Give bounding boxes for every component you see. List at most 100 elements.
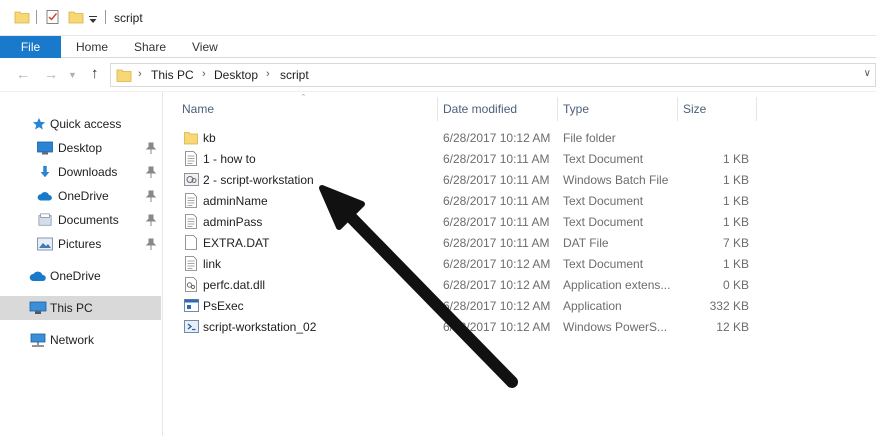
tab-view[interactable]: View bbox=[192, 36, 218, 58]
text-file-icon bbox=[185, 151, 197, 166]
file-type: Text Document bbox=[563, 152, 644, 166]
powershell-file-icon bbox=[184, 320, 199, 333]
exe-file-icon bbox=[184, 299, 199, 312]
nav-item-documents[interactable]: Documents bbox=[0, 208, 161, 232]
nav-onedrive[interactable]: OneDrive bbox=[0, 264, 161, 288]
back-arrow-icon[interactable]: ← bbox=[16, 66, 30, 82]
breadcrumb-this-pc[interactable]: This PC bbox=[151, 68, 194, 82]
file-name: perfc.dat.dll bbox=[203, 278, 266, 292]
file-type: Text Document bbox=[563, 257, 644, 271]
nav-this-pc[interactable]: This PC bbox=[0, 296, 161, 320]
breadcrumb-desktop[interactable]: Desktop bbox=[214, 68, 258, 82]
nav-label: Pictures bbox=[58, 237, 102, 251]
nav-label: Network bbox=[50, 333, 95, 347]
file-row[interactable]: adminPass 6/28/2017 10:11 AM Text Docume… bbox=[164, 211, 876, 232]
toolbar-separator bbox=[105, 10, 106, 24]
column-header-name[interactable]: Name bbox=[176, 97, 436, 121]
nav-label: OneDrive bbox=[58, 189, 109, 203]
file-name: script-workstation_02 bbox=[203, 320, 317, 334]
file-date: 6/28/2017 10:12 AM bbox=[443, 257, 551, 271]
customize-dropdown-icon[interactable] bbox=[88, 9, 98, 25]
batch-file-icon bbox=[184, 173, 199, 186]
pin-icon[interactable] bbox=[146, 166, 156, 178]
file-row[interactable]: 1 - how to 6/28/2017 10:11 AM Text Docum… bbox=[164, 148, 876, 169]
file-size: 332 KB bbox=[709, 299, 749, 313]
file-name: EXTRA.DAT bbox=[203, 236, 270, 250]
file-type: Text Document bbox=[563, 215, 644, 229]
file-name: adminPass bbox=[203, 215, 263, 229]
file-name: 1 - how to bbox=[203, 152, 256, 166]
folder-icon bbox=[184, 132, 198, 145]
file-type: Windows PowerS... bbox=[563, 320, 668, 334]
file-row[interactable]: script-workstation_02 6/28/2017 10:12 AM… bbox=[164, 316, 876, 337]
text-file-icon bbox=[185, 214, 197, 229]
ribbon-tabs: File Home Share View bbox=[0, 36, 876, 58]
nav-item-onedrive[interactable]: OneDrive bbox=[0, 184, 161, 208]
column-divider[interactable] bbox=[756, 97, 757, 121]
nav-label: Quick access bbox=[50, 117, 122, 131]
tab-share[interactable]: Share bbox=[134, 36, 166, 58]
file-size: 12 KB bbox=[716, 320, 749, 334]
title-bar: script bbox=[0, 0, 876, 36]
file-row[interactable]: PsExec 6/28/2017 10:12 AM Application 33… bbox=[164, 295, 876, 316]
file-date: 6/28/2017 10:11 AM bbox=[443, 194, 550, 208]
file-date: 6/28/2017 10:12 AM bbox=[443, 131, 551, 145]
address-dropdown-icon[interactable]: ∨ bbox=[864, 68, 871, 79]
downloads-icon bbox=[40, 165, 50, 178]
file-size: 0 KB bbox=[722, 278, 749, 292]
tab-home[interactable]: Home bbox=[76, 36, 108, 58]
nav-network[interactable]: Network bbox=[0, 328, 161, 352]
nav-item-desktop[interactable]: Desktop bbox=[0, 136, 161, 160]
nav-label: This PC bbox=[50, 301, 93, 315]
file-row[interactable]: kb 6/28/2017 10:12 AM File folder bbox=[164, 127, 876, 148]
file-size: 1 KB bbox=[722, 173, 749, 187]
file-size: 1 KB bbox=[722, 194, 749, 208]
file-type: Application bbox=[563, 299, 622, 313]
network-icon bbox=[30, 333, 46, 347]
recent-locations-chevron-icon[interactable]: ▼ bbox=[68, 70, 77, 80]
new-folder-icon[interactable] bbox=[68, 9, 84, 25]
navigation-pane: Quick access Desktop Downloads OneDrive … bbox=[0, 92, 163, 436]
file-date: 6/28/2017 10:11 AM bbox=[443, 236, 550, 250]
column-header-size[interactable]: Size bbox=[677, 97, 757, 121]
file-row[interactable]: adminName 6/28/2017 10:11 AM Text Docume… bbox=[164, 190, 876, 211]
file-row[interactable]: 2 - script-workstation 6/28/2017 10:11 A… bbox=[164, 169, 876, 190]
nav-item-downloads[interactable]: Downloads bbox=[0, 160, 161, 184]
column-header-type[interactable]: Type bbox=[557, 97, 677, 121]
pin-icon[interactable] bbox=[146, 214, 156, 226]
nav-quick-access[interactable]: Quick access bbox=[0, 112, 161, 136]
address-bar[interactable]: › This PC › Desktop › script ∨ bbox=[110, 63, 876, 87]
file-row[interactable]: link 6/28/2017 10:12 AM Text Document 1 … bbox=[164, 253, 876, 274]
file-date: 6/28/2017 10:11 AM bbox=[443, 152, 550, 166]
breadcrumb-separator-icon[interactable]: › bbox=[266, 68, 270, 80]
file-row[interactable]: perfc.dat.dll 6/28/2017 10:12 AM Applica… bbox=[164, 274, 876, 295]
blank-file-icon bbox=[185, 235, 197, 250]
pin-icon[interactable] bbox=[146, 190, 156, 202]
breadcrumb-separator-icon[interactable]: › bbox=[138, 68, 142, 80]
file-size: 1 KB bbox=[722, 215, 749, 229]
nav-item-pictures[interactable]: Pictures bbox=[0, 232, 161, 256]
column-header-date[interactable]: Date modified bbox=[437, 97, 557, 121]
breadcrumb-script[interactable]: script bbox=[280, 68, 309, 82]
nav-label: Desktop bbox=[58, 141, 103, 155]
properties-icon[interactable] bbox=[45, 9, 61, 25]
breadcrumb-separator-icon[interactable]: › bbox=[202, 68, 206, 80]
toolbar-separator bbox=[36, 10, 37, 24]
file-size: 1 KB bbox=[722, 257, 749, 271]
pin-icon[interactable] bbox=[146, 142, 156, 154]
forward-arrow-icon[interactable]: → bbox=[44, 66, 58, 82]
file-row[interactable]: EXTRA.DAT 6/28/2017 10:11 AM DAT File 7 … bbox=[164, 232, 876, 253]
file-name: kb bbox=[203, 131, 216, 145]
column-headers: ˆ Name Date modified Type Size bbox=[164, 93, 876, 121]
file-name: PsExec bbox=[203, 299, 244, 313]
tab-file[interactable]: File bbox=[0, 36, 61, 58]
up-arrow-icon[interactable]: ↑ bbox=[91, 65, 99, 82]
file-type: Windows Batch File bbox=[563, 173, 669, 187]
pin-icon[interactable] bbox=[146, 238, 156, 250]
folder-icon bbox=[116, 69, 132, 82]
this-pc-icon bbox=[29, 301, 47, 314]
file-size: 7 KB bbox=[722, 236, 749, 250]
nav-label: OneDrive bbox=[50, 269, 101, 283]
file-name: 2 - script-workstation bbox=[203, 173, 314, 187]
dll-file-icon bbox=[185, 277, 197, 292]
